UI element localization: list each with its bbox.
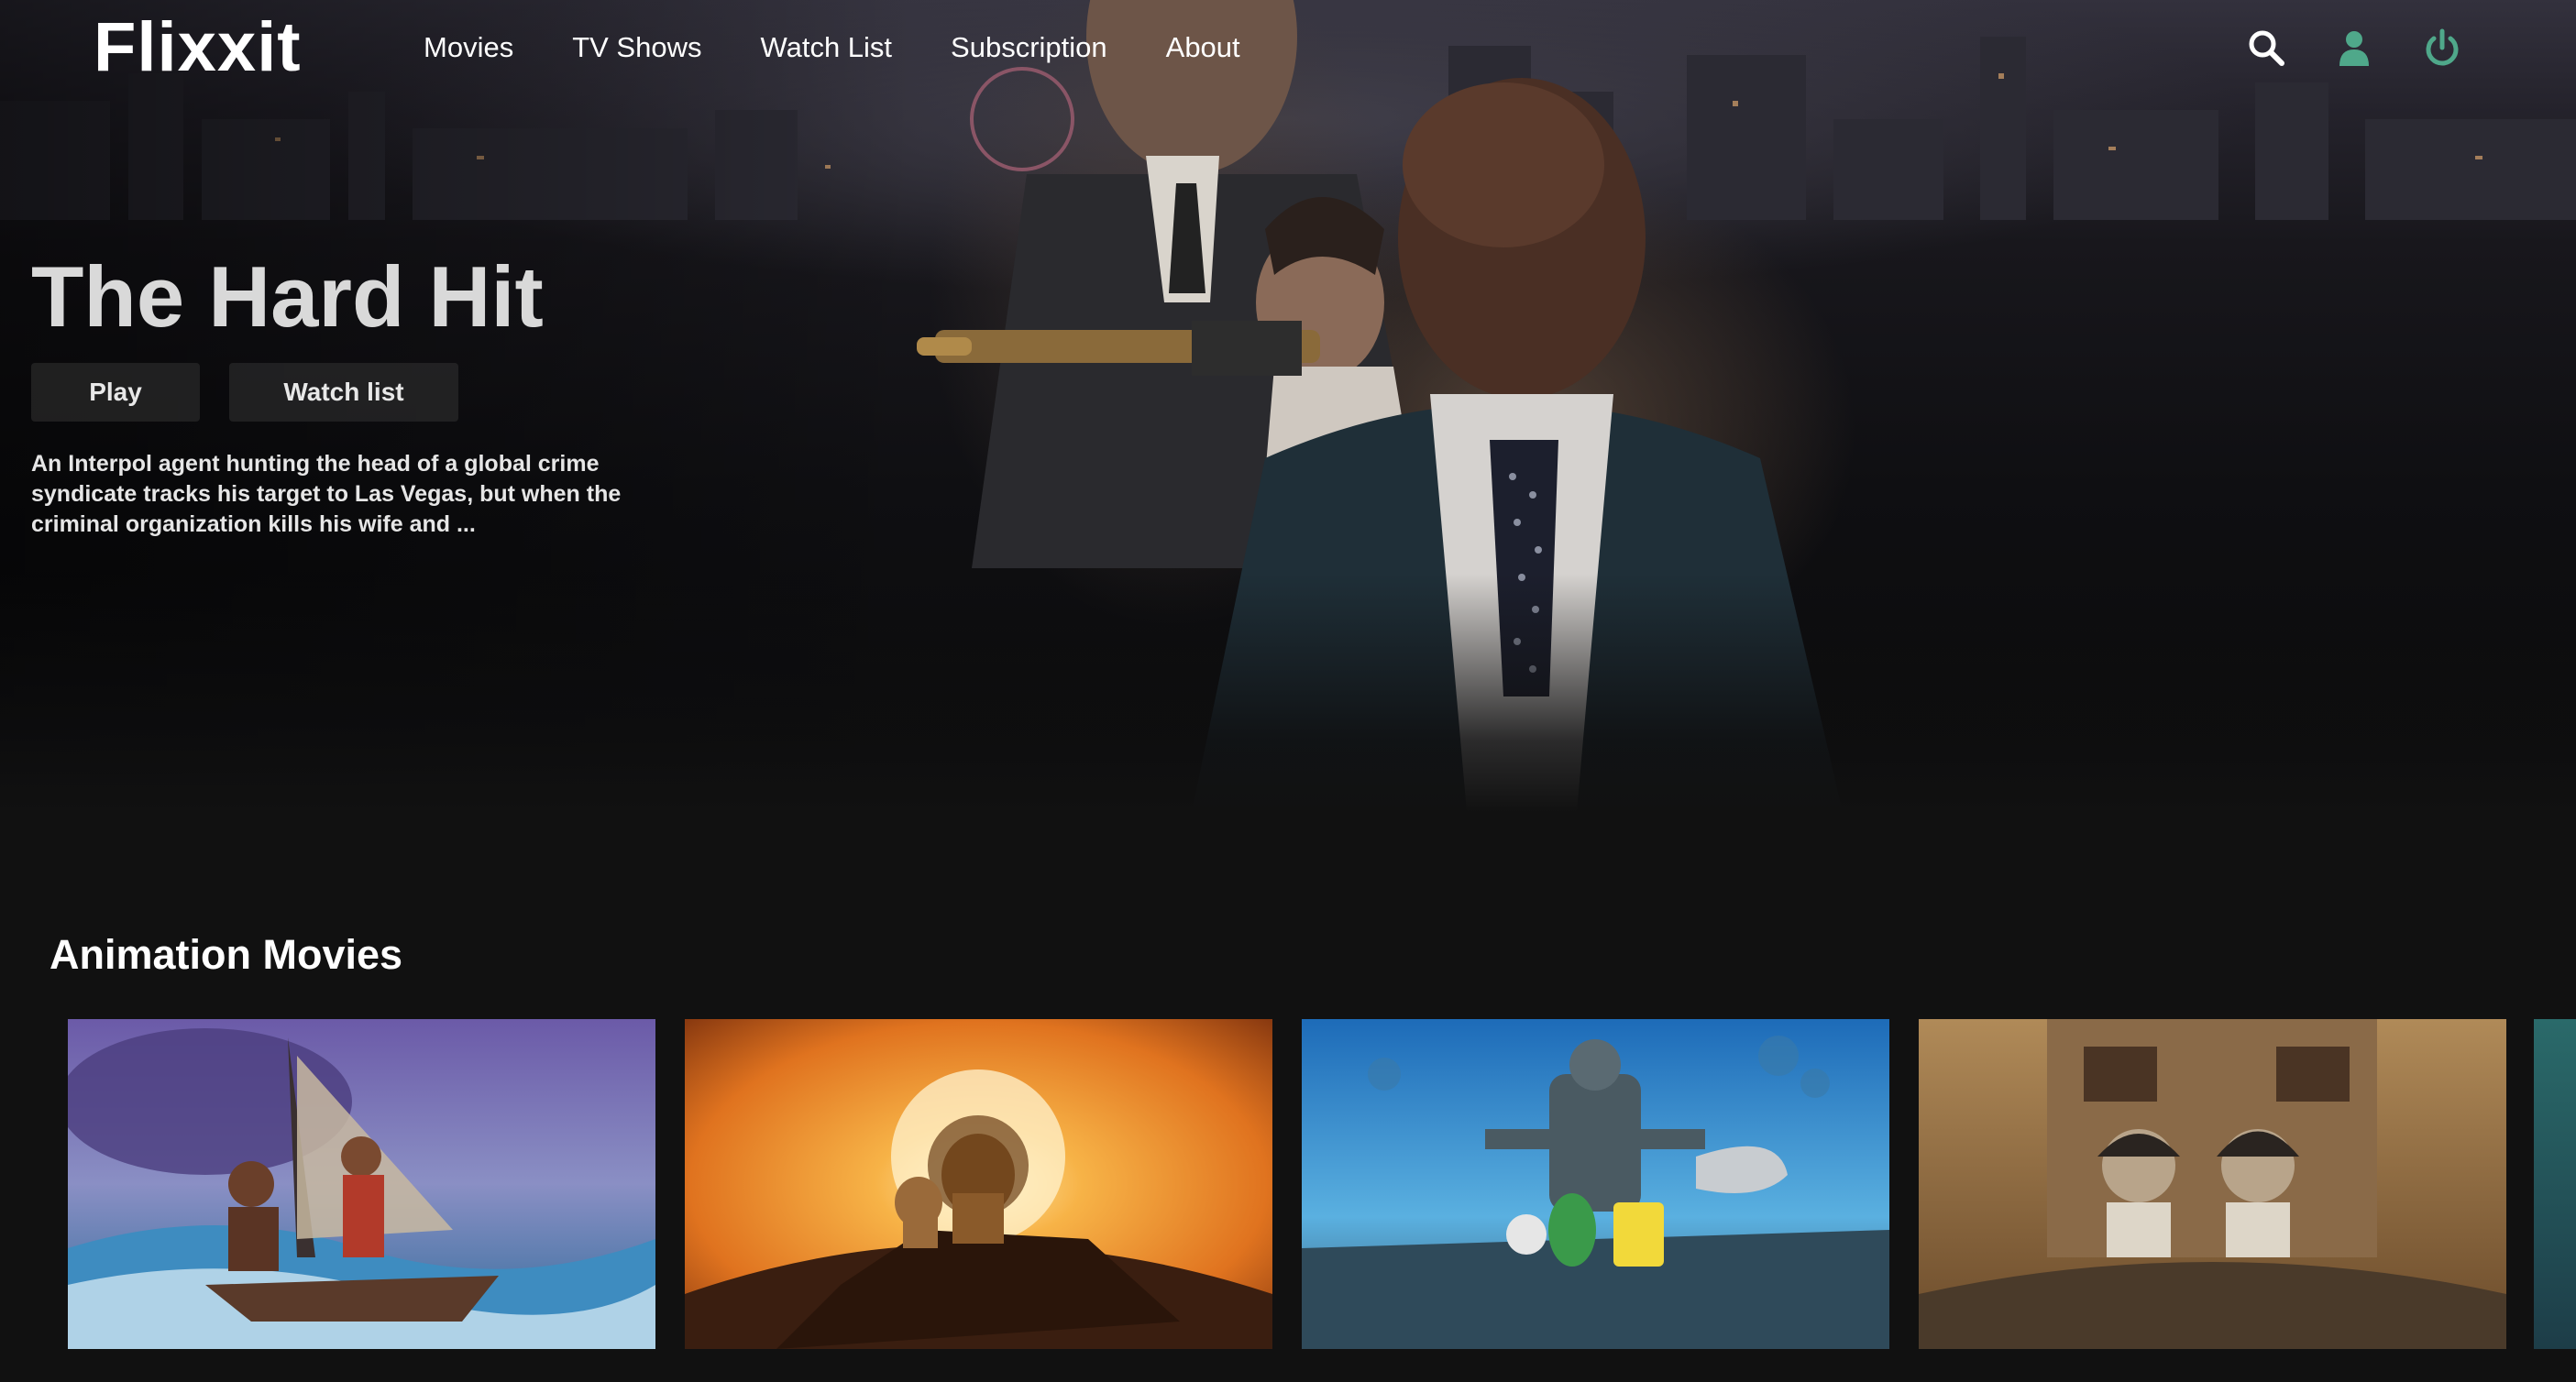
poster-ocean-voyage-art bbox=[68, 1019, 655, 1349]
poster-underwater-robot[interactable] bbox=[1302, 1019, 1889, 1349]
nav-link-watch-list[interactable]: Watch List bbox=[760, 31, 892, 64]
nav-links: Movies TV Shows Watch List Subscription … bbox=[424, 31, 1299, 64]
nav-link-subscription[interactable]: Subscription bbox=[951, 31, 1107, 64]
nav-link-movies[interactable]: Movies bbox=[424, 31, 513, 64]
hero-description: An Interpol agent hunting the head of a … bbox=[31, 451, 622, 537]
power-icon[interactable] bbox=[2422, 27, 2462, 68]
poster-rooftop-readers-art bbox=[1919, 1019, 2506, 1349]
row-title-animation-movies: Animation Movies bbox=[50, 931, 403, 978]
poster-rooftop-readers[interactable] bbox=[1919, 1019, 2506, 1349]
brand-logo[interactable]: Flixxit bbox=[94, 7, 302, 87]
top-navbar: Flixxit Movies TV Shows Watch List Subsc… bbox=[0, 0, 2576, 101]
hero-banner: Flixxit Movies TV Shows Watch List Subsc… bbox=[0, 0, 2576, 812]
poster-underwater-robot-art bbox=[1302, 1019, 1889, 1349]
hero-title: The Hard Hit bbox=[31, 248, 544, 345]
user-icon[interactable] bbox=[2334, 27, 2374, 68]
poster-lion-sunset[interactable] bbox=[685, 1019, 1272, 1349]
search-icon[interactable] bbox=[2246, 27, 2286, 68]
poster-next-peek[interactable] bbox=[2534, 1019, 2576, 1349]
poster-ocean-voyage[interactable] bbox=[68, 1019, 655, 1349]
hero-buttons: Play Watch list bbox=[31, 363, 458, 422]
watch-list-button[interactable]: Watch list bbox=[229, 363, 458, 422]
hero-bottom-fade bbox=[0, 574, 2576, 812]
nav-icons bbox=[2246, 27, 2462, 68]
poster-lion-sunset-art bbox=[685, 1019, 1272, 1349]
play-button[interactable]: Play bbox=[31, 363, 200, 422]
nav-link-about[interactable]: About bbox=[1166, 31, 1240, 64]
nav-link-tv-shows[interactable]: TV Shows bbox=[572, 31, 701, 64]
poster-row bbox=[68, 1019, 2506, 1349]
page: Flixxit Movies TV Shows Watch List Subsc… bbox=[0, 0, 2576, 1382]
